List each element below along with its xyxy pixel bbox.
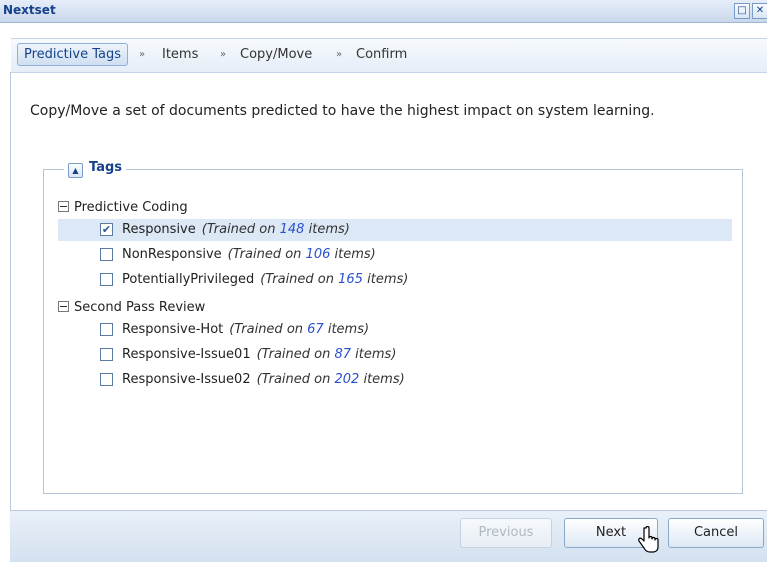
trained-prefix: (Trained on [201,222,276,237]
trained-prefix: (Trained on [229,322,304,337]
step-separator-icon: » [336,49,343,60]
tag-label: PotentiallyPrivileged [122,272,255,287]
trained-prefix: (Trained on [260,272,334,287]
tag-checkbox-responsive-issue02[interactable] [100,373,113,386]
step-confirm: Confirm [356,47,408,62]
group-label: Predictive Coding [74,200,188,215]
tag-row-responsive-hot[interactable]: Responsive-Hot (Trained on 67 items) [58,319,732,341]
tag-row-potentiallyprivileged[interactable]: PotentiallyPrivileged (Trained on 165 ite… [58,269,732,291]
tag-row-responsive-issue01[interactable]: Responsive-Issue01 (Trained on 87 items) [58,344,732,366]
group-label: Second Pass Review [74,300,206,315]
hand-cursor-icon [638,526,659,553]
trained-prefix: (Trained on [256,347,331,362]
title-bar: Nextset □ ✕ [0,0,767,23]
tag-row-nonresponsive[interactable]: NonResponsive (Trained on 106 items) [58,244,732,266]
tree-group-predictive-coding[interactable]: Predictive Coding [58,200,188,215]
trained-suffix: items) [327,322,370,337]
maximize-icon[interactable]: □ [734,3,750,19]
step-predictive-tags[interactable]: Predictive Tags [17,43,128,66]
tag-row-responsive-issue02[interactable]: Responsive-Issue02 (Trained on 202 items) [58,369,732,391]
trained-suffix: items) [363,372,405,387]
trained-count: 87 [334,347,352,362]
tag-checkbox-potentiallyprivileged[interactable] [100,273,113,286]
trained-count: 67 [307,322,324,337]
tag-row-responsive[interactable]: ✔ Responsive (Trained on 148 items) [58,219,732,241]
tag-label: NonResponsive [122,247,222,262]
trained-count: 106 [305,247,331,262]
step-separator-icon: » [220,49,227,60]
tag-label: Responsive-Hot [122,322,224,337]
close-icon[interactable]: ✕ [752,3,767,19]
trained-prefix: (Trained on [256,372,331,387]
previous-button[interactable]: Previous [460,518,552,548]
step-separator-icon: » [139,49,146,60]
tree-group-second-pass-review[interactable]: Second Pass Review [58,300,205,315]
tag-checkbox-responsive-issue01[interactable] [100,348,113,361]
tag-checkbox-responsive-hot[interactable] [100,323,113,336]
window-title: Nextset [3,3,56,17]
trained-suffix: items) [355,347,397,362]
wizard-steps: Predictive Tags » Items » Copy/Move » Co… [11,38,767,73]
collapse-tree-icon[interactable] [58,201,69,212]
trained-suffix: items) [367,272,409,287]
tags-legend-label: Tags [89,160,123,175]
step-items: Items [162,47,199,62]
tag-checkbox-nonresponsive[interactable] [100,248,113,261]
trained-count: 202 [334,372,360,387]
collapse-icon[interactable]: ▲ [68,163,83,178]
cancel-button[interactable]: Cancel [668,518,764,548]
trained-prefix: (Trained on [227,247,302,262]
collapse-tree-icon[interactable] [58,301,69,312]
intro-text: Copy/Move a set of documents predicted t… [30,103,655,119]
tags-legend: ▲ Tags [64,160,126,178]
tag-label: Responsive-Issue02 [122,372,251,387]
trained-suffix: items) [308,222,350,237]
tag-label: Responsive-Issue01 [122,347,251,362]
step-copy-move: Copy/Move [240,47,313,62]
trained-suffix: items) [334,247,376,262]
trained-count: 148 [279,222,305,237]
trained-count: 165 [338,272,363,287]
tag-label: Responsive [122,222,196,237]
nextset-dialog: Nextset □ ✕ Predictive Tags » Items » Co… [0,0,767,562]
tag-checkbox-responsive[interactable]: ✔ [100,223,113,236]
